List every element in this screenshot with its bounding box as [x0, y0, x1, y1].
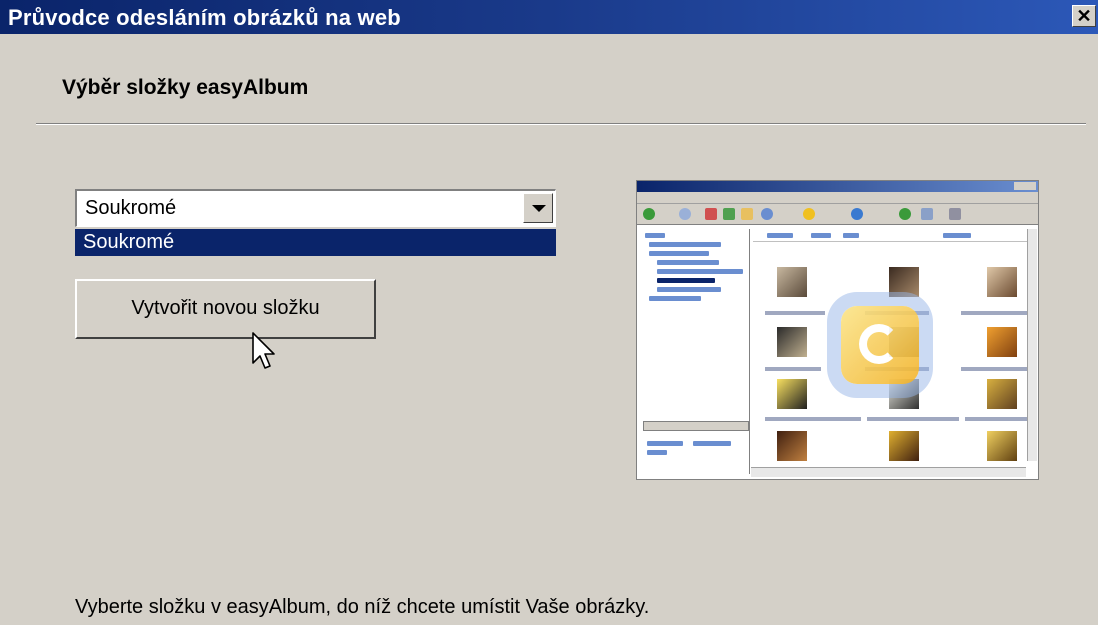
preview-folder-tree — [639, 229, 750, 474]
back-icon — [643, 208, 655, 220]
preview-list-header — [753, 231, 1034, 242]
close-icon: ✕ — [1076, 6, 1092, 26]
thumbnail — [987, 327, 1017, 357]
preview-tree-scrollbar — [643, 421, 749, 431]
thumbnail-caption — [765, 311, 825, 315]
thumbnail — [889, 267, 919, 297]
mouse-pointer-icon — [252, 332, 275, 369]
tree-item — [649, 242, 721, 247]
tree-item — [649, 251, 709, 256]
preview-title-bar — [637, 181, 1038, 192]
folder-select-value: Soukromé — [85, 197, 177, 219]
title-bar: Průvodce odesláním obrázků na web ✕ — [0, 0, 1098, 34]
tree-item — [649, 296, 701, 301]
thumbnail — [777, 379, 807, 409]
preview-menu-bar — [637, 192, 1038, 204]
tree-link — [693, 441, 731, 446]
thumbnail-caption — [765, 367, 821, 371]
column-header — [811, 233, 831, 238]
tree-item — [657, 278, 715, 283]
thumbnail-caption — [867, 417, 959, 421]
preview-screenshot — [636, 180, 1039, 480]
preview-horizontal-scrollbar — [751, 467, 1026, 477]
column-header — [943, 233, 971, 238]
thumbnail — [987, 379, 1017, 409]
thumbnail — [987, 267, 1017, 297]
thumbnail-caption — [765, 417, 861, 421]
thumbnail-caption — [965, 417, 1033, 421]
thumbnail-caption — [961, 367, 1031, 371]
refresh-icon — [723, 208, 735, 220]
preview-vertical-scrollbar — [1027, 229, 1037, 461]
print-icon — [949, 208, 961, 220]
preview-tree-links — [647, 441, 737, 459]
thumbnail — [777, 327, 807, 357]
tree-item — [657, 269, 743, 274]
page-heading: Výběr složky easyAlbum — [62, 76, 309, 99]
tree-link — [647, 450, 667, 455]
favorites-icon — [803, 208, 815, 220]
close-button[interactable]: ✕ — [1072, 5, 1096, 27]
search-icon — [761, 208, 773, 220]
window-title: Průvodce odesláním obrázků na web — [8, 5, 401, 30]
column-header — [767, 233, 793, 238]
history-icon — [899, 208, 911, 220]
thumbnail — [987, 431, 1017, 461]
tree-item — [645, 233, 665, 238]
media-icon — [851, 208, 863, 220]
thumbnail-caption — [961, 311, 1031, 315]
easyalbum-logo-icon — [841, 306, 919, 384]
home-icon — [741, 208, 753, 220]
preview-window-buttons — [1014, 182, 1036, 190]
separator — [36, 123, 1086, 125]
tree-link — [647, 441, 683, 446]
create-folder-button[interactable]: Vytvořit novou složku — [75, 279, 376, 339]
folder-select[interactable]: Soukromé — [75, 189, 556, 227]
thumbnail — [889, 431, 919, 461]
chevron-down-icon[interactable] — [523, 193, 553, 223]
column-header — [843, 233, 859, 238]
stop-icon — [705, 208, 717, 220]
thumbnail — [777, 267, 807, 297]
tree-item — [657, 260, 719, 265]
preview-toolbar — [637, 204, 1038, 225]
thumbnail — [777, 431, 807, 461]
forward-icon — [679, 208, 691, 220]
tree-item — [657, 287, 721, 292]
mail-icon — [921, 208, 933, 220]
instruction-text: Vyberte složku v easyAlbum, do níž chcet… — [75, 596, 650, 618]
dropdown-option-soukrome[interactable]: Soukromé — [75, 229, 556, 256]
